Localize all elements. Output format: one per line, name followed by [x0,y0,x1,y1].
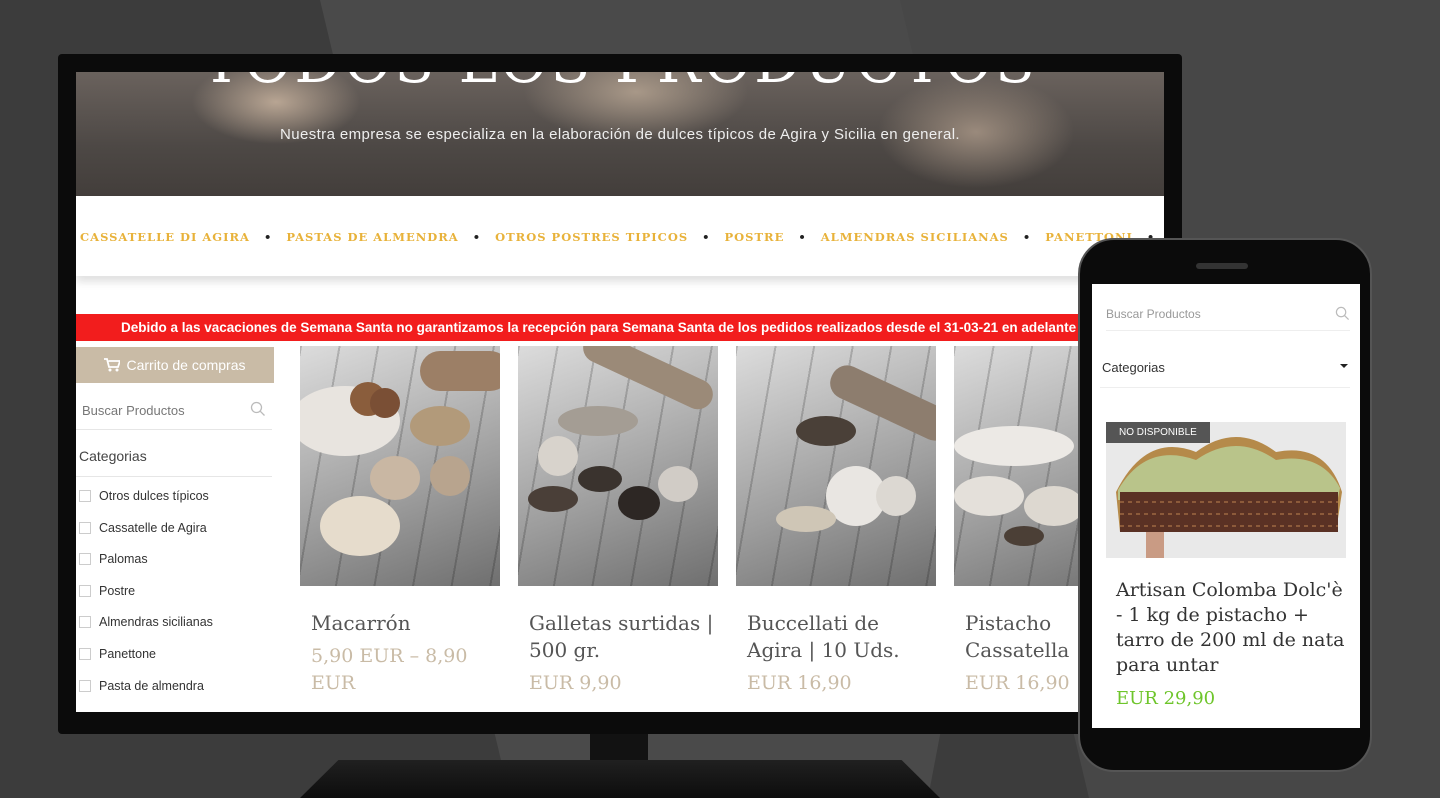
monitor-stand-base [300,760,940,798]
category-filter-item[interactable]: Otros dulces típicos [79,489,213,521]
product-card[interactable]: Buccellati de Agira | 10 Uds. EUR 16,90 [736,346,936,697]
category-filter-item[interactable]: Palomas [79,552,213,584]
category-nav-link[interactable]: POSTRE [725,230,785,244]
product-image[interactable] [736,346,936,586]
category-filter-item[interactable]: Panettone [79,647,213,679]
category-checkbox[interactable] [79,490,91,502]
category-label: Almendras sicilianas [99,615,213,630]
product-price: EUR 9,90 [529,672,622,694]
category-checkbox[interactable] [79,584,91,597]
mobile-search-placeholder: Buscar Productos [1106,307,1201,321]
category-nav-link[interactable]: CASSATELLE DI AGIRA [80,230,250,244]
divider [76,476,272,477]
page-subtitle: Nuestra empresa se especializa en la ela… [280,126,960,143]
category-filter-list: Otros dulces típicos Cassatelle de Agira P… [79,489,213,710]
category-filter-item[interactable]: Almendras sicilianas [79,615,213,647]
nav-separator: • [702,230,711,244]
category-label: Palomas [99,552,148,567]
mobile-product-price: EUR 29,90 [1116,688,1216,709]
product-name[interactable]: Galletas surtidas | 500 gr. [529,610,719,664]
cart-button-label: Carrito de compras [126,357,246,373]
category-nav: CASSATELLE DI AGIRA • PASTAS DE ALMENDRA • O… [76,196,1164,276]
caret-down-icon[interactable] [1340,364,1348,368]
desktop-monitor: TODOS LOS PRODUCTOS Nuestra empresa se e… [58,54,1182,734]
product-name[interactable]: Macarrón [311,610,501,637]
category-filter-item[interactable]: Pasta de almendra [79,679,213,711]
page-title: TODOS LOS PRODUCTOS [76,72,1164,96]
category-label: Pasta de almendra [99,678,204,693]
product-image[interactable] [300,346,500,586]
category-checkbox[interactable] [79,521,91,534]
nav-separator: • [798,230,807,244]
category-checkbox[interactable] [79,679,91,692]
category-nav-link[interactable]: ALMENDRAS SICILIANAS [821,230,1009,244]
availability-badge: NO DISPONIBLE [1106,422,1210,443]
mobile-screen: Buscar Productos Categorias NO DISPONIBL… [1092,284,1360,728]
hero-section: TODOS LOS PRODUCTOS Nuestra empresa se e… [76,72,1164,196]
search-placeholder: Buscar Productos [82,403,185,418]
category-filter-item[interactable]: Postre [79,584,213,616]
mobile-product-image[interactable]: NO DISPONIBLE [1106,422,1346,558]
product-price: 5,90 EUR – 8,90 EUR [311,645,468,694]
nav-separator: • [1022,230,1032,244]
phone-speaker [1196,263,1248,269]
product-card[interactable]: Macarrón 5,90 EUR – 8,90 EUR [300,346,500,697]
cart-button[interactable]: Carrito de compras [76,347,274,383]
category-label: Panettone [99,646,156,661]
categories-title: Categorias [79,448,147,464]
product-card[interactable]: Galletas surtidas | 500 gr. EUR 9,90 [518,346,718,697]
shopping-cart-icon [104,358,122,372]
category-label: Postre [99,583,136,598]
product-image[interactable] [518,346,718,586]
category-checkbox[interactable] [79,616,91,629]
mobile-phone: Buscar Productos Categorias NO DISPONIBL… [1078,238,1372,772]
search-icon[interactable] [250,401,266,417]
nav-separator: • [263,230,273,244]
category-nav-items: CASSATELLE DI AGIRA • PASTAS DE ALMENDRA • O… [80,230,1164,244]
category-checkbox[interactable] [79,647,91,660]
mobile-search-input[interactable]: Buscar Productos [1106,294,1350,331]
category-label: Cassatelle de Agira [99,520,207,535]
divider [1100,387,1350,388]
category-nav-link[interactable]: OTROS POSTRES TIPICOS [495,230,688,244]
category-label: Otros dulces típicos [99,489,209,503]
category-nav-link[interactable]: PASTAS DE ALMENDRA [286,230,458,244]
product-price: EUR 16,90 [747,672,852,694]
mobile-categories-dropdown[interactable]: Categorias [1102,360,1165,375]
mobile-product-name[interactable]: Artisan Colomba Dolc'è - 1 kg de pistach… [1116,578,1352,678]
product-name[interactable]: Buccellati de Agira | 10 Uds. [747,610,937,664]
search-icon[interactable] [1335,306,1350,321]
category-filter-item[interactable]: Cassatelle de Agira [79,521,213,553]
nav-separator: • [472,230,482,244]
announcement-banner: Debido a las vacaciones de Semana Santa … [76,314,1164,341]
search-input[interactable]: Buscar Productos [76,393,272,430]
category-checkbox[interactable] [79,553,91,566]
desktop-screen: TODOS LOS PRODUCTOS Nuestra empresa se e… [76,72,1164,712]
